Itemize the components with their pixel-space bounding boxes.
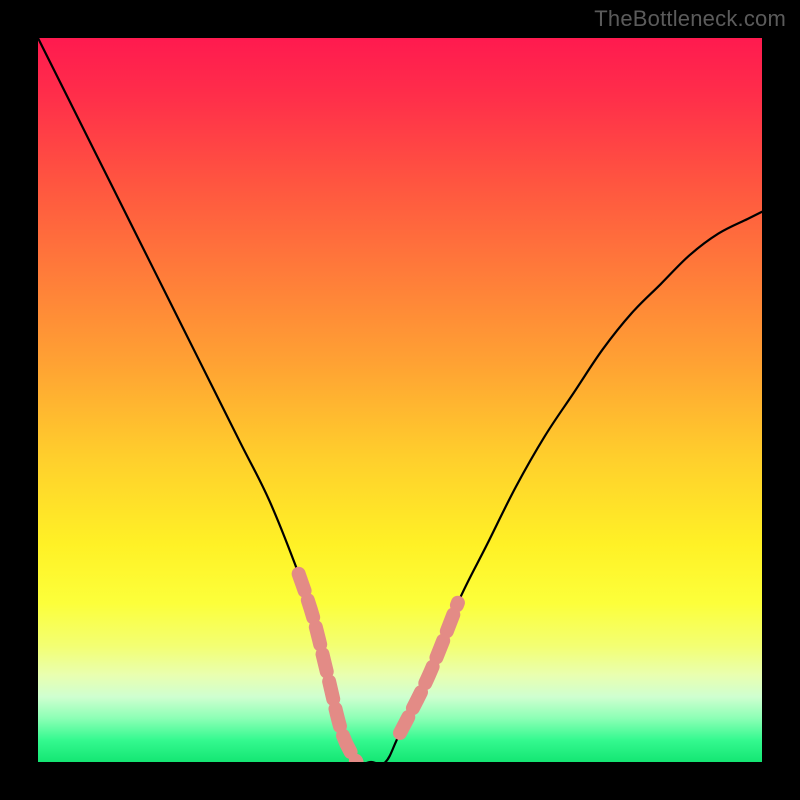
highlight-right-dash bbox=[400, 603, 458, 733]
plot-area bbox=[38, 38, 762, 762]
watermark-text: TheBottleneck.com bbox=[594, 6, 786, 32]
bottleneck-curve-path bbox=[38, 38, 762, 762]
highlight-left-dash bbox=[299, 574, 357, 762]
curve-layer bbox=[38, 38, 762, 762]
chart-frame: TheBottleneck.com bbox=[0, 0, 800, 800]
